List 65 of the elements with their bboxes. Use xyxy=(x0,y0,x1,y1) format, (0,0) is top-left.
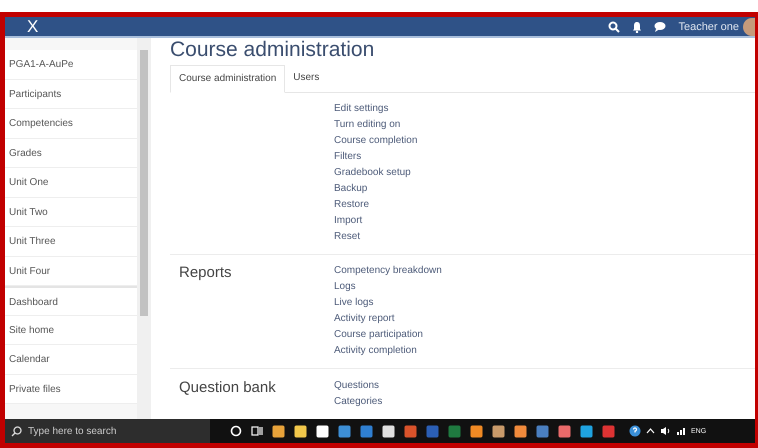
sidebar-item[interactable]: PGA1-A-AuPe xyxy=(5,50,137,80)
section-heading: Reports xyxy=(179,263,233,281)
taskbar-search-field[interactable]: Type here to search xyxy=(5,419,210,443)
sidebar-item[interactable]: Private files xyxy=(5,374,137,404)
chat-bubble-icon[interactable] xyxy=(654,21,666,32)
search-icon[interactable] xyxy=(11,426,22,436)
sidebar-item[interactable]: Participants xyxy=(5,80,137,109)
page-title: Course administration xyxy=(170,38,376,62)
search-icon[interactable] xyxy=(608,20,620,32)
task-view-icon[interactable] xyxy=(251,425,263,437)
network-icon[interactable] xyxy=(676,426,686,436)
admin-link[interactable]: Course participation xyxy=(334,327,442,343)
sidebar-item[interactable]: Unit One xyxy=(5,168,137,198)
app-tile-icon[interactable] xyxy=(316,424,329,438)
admin-link[interactable]: Questions xyxy=(334,378,382,394)
admin-link[interactable]: Activity completion xyxy=(334,343,442,359)
circle-icon[interactable] xyxy=(230,425,242,437)
admin-link[interactable]: Activity report xyxy=(334,311,442,327)
admin-link[interactable]: Reset xyxy=(334,229,418,245)
app-tile-icon[interactable] xyxy=(360,424,373,438)
sidebar-item[interactable]: Competencies xyxy=(5,109,137,138)
admin-link[interactable]: Gradebook setup xyxy=(334,165,418,181)
app-tile-icon[interactable] xyxy=(492,424,505,438)
app-tile-icon[interactable] xyxy=(382,424,395,438)
admin-link[interactable]: Edit settings xyxy=(334,101,418,117)
app-tile-icon[interactable] xyxy=(404,424,417,438)
app-tile-icon[interactable] xyxy=(558,424,571,438)
close-button[interactable]: X xyxy=(5,17,46,36)
sidebar-item[interactable]: Grades xyxy=(5,138,137,168)
admin-link[interactable]: Import xyxy=(334,213,418,229)
admin-link[interactable]: Turn editing on xyxy=(334,117,418,133)
sidebar-item[interactable]: Unit Three xyxy=(5,227,137,256)
app-tile-icon[interactable] xyxy=(426,424,439,438)
admin-link[interactable]: Logs xyxy=(334,279,442,295)
sidebar-item[interactable]: Unit Two xyxy=(5,198,137,227)
user-name[interactable]: Teacher one xyxy=(678,20,739,32)
section-heading: Question bank xyxy=(179,378,277,396)
admin-link[interactable]: Course completion xyxy=(334,133,418,149)
app-tile-icon[interactable] xyxy=(580,424,593,438)
app-tile-icon[interactable] xyxy=(338,424,351,438)
sidebar-item[interactable]: Calendar xyxy=(5,345,137,374)
scrollbar-thumb[interactable] xyxy=(140,50,148,316)
help-circle-icon[interactable] xyxy=(629,425,641,437)
app-tile-icon[interactable] xyxy=(536,424,549,438)
admin-link[interactable]: Backup xyxy=(334,181,418,197)
admin-link[interactable]: Competency breakdown xyxy=(334,263,442,279)
admin-link[interactable]: Live logs xyxy=(334,295,442,311)
bell-icon[interactable] xyxy=(632,20,642,32)
admin-link[interactable]: Restore xyxy=(334,197,418,213)
sidebar-item[interactable]: Site home xyxy=(5,316,137,345)
speaker-icon[interactable] xyxy=(660,426,671,436)
avatar[interactable] xyxy=(743,18,755,36)
caret-up-icon[interactable] xyxy=(646,428,655,434)
tab[interactable]: Course administration xyxy=(170,65,286,93)
app-tile-icon[interactable] xyxy=(272,424,285,438)
app-tile-icon[interactable] xyxy=(602,424,615,438)
app-tile-icon[interactable] xyxy=(294,424,307,438)
app-tile-icon[interactable] xyxy=(514,424,527,438)
scrollbar[interactable] xyxy=(137,38,151,419)
sidebar-item[interactable]: Unit Four xyxy=(5,256,137,286)
tab[interactable]: Users xyxy=(285,65,328,92)
admin-link[interactable]: Filters xyxy=(334,149,418,165)
app-tile-icon[interactable] xyxy=(448,424,461,438)
admin-link[interactable]: Categories xyxy=(334,394,382,410)
app-tile-icon[interactable] xyxy=(470,424,483,438)
